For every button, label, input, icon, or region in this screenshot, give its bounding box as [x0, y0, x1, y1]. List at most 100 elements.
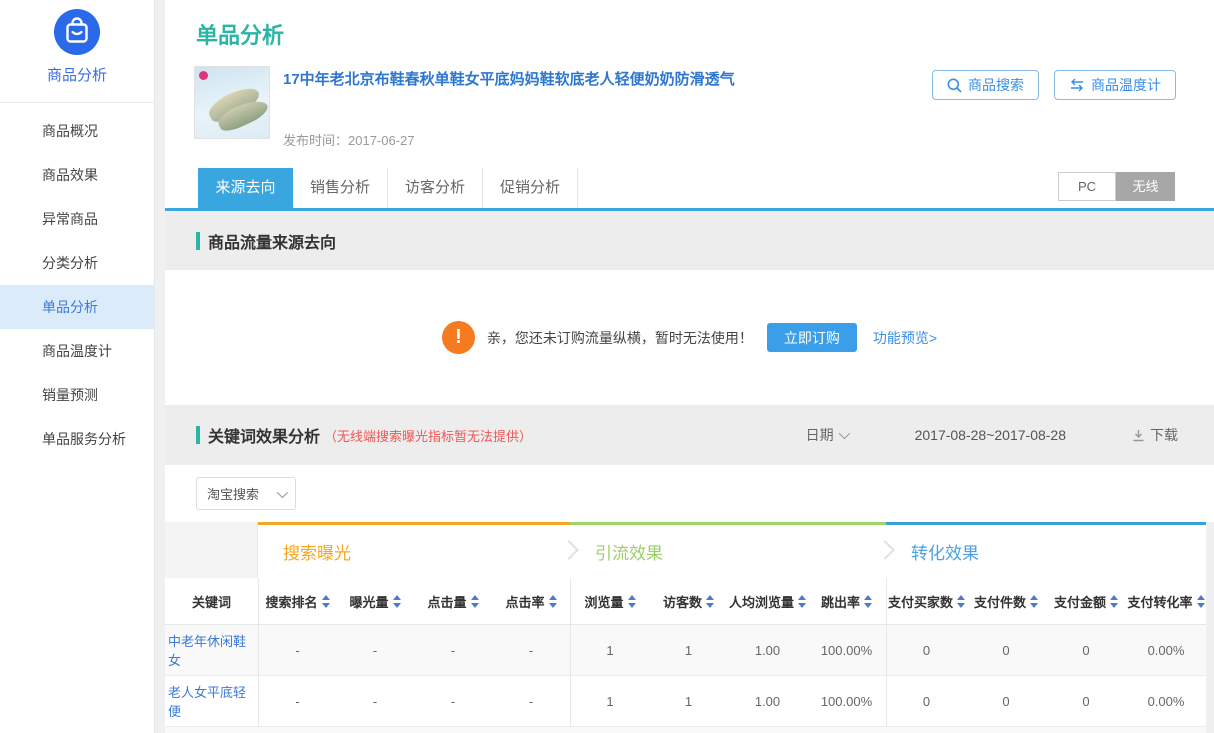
cell-clicks: -: [414, 625, 492, 675]
chevron-down-icon: [277, 486, 288, 497]
sidebar-title: 商品分析: [0, 64, 154, 85]
publish-time: 发布时间：2017-06-27: [283, 130, 735, 149]
col-paying-buyers[interactable]: 支付买家数: [886, 578, 966, 624]
traffic-source-select[interactable]: 淘宝搜索: [196, 477, 296, 510]
cell-exposure: -: [336, 625, 414, 675]
device-toggle: PC 无线: [1058, 172, 1175, 201]
toggle-wireless[interactable]: 无线: [1116, 172, 1175, 201]
sort-icon[interactable]: [1030, 595, 1038, 608]
product-search-button[interactable]: 商品搜索: [932, 70, 1039, 100]
sidebar-item-abnormal-products[interactable]: 异常商品: [0, 197, 154, 241]
sidebar-item-product-thermometer[interactable]: 商品温度计: [0, 329, 154, 373]
col-clicks[interactable]: 点击量: [414, 578, 492, 624]
keyword-filter-row: 淘宝搜索: [165, 465, 1214, 522]
page-header: 单品分析 17中年老北京布鞋春秋单鞋女平底妈妈鞋软底老人轻便奶奶防滑透气 发布时…: [165, 0, 1214, 168]
sidebar: 商品分析 商品概况 商品效果 异常商品 分类分析 单品分析 商品温度计 销量预测…: [0, 0, 155, 733]
cell-search-rank: -: [258, 625, 336, 675]
cell-paying-buyers: 0: [886, 676, 966, 726]
group-traffic-effect: 引流效果: [570, 522, 886, 578]
col-visitors[interactable]: 访客数: [649, 578, 728, 624]
shopping-bag-icon: [54, 9, 100, 55]
sort-icon[interactable]: [1110, 595, 1118, 608]
cell-visitors: 1: [649, 676, 728, 726]
sort-icon[interactable]: [393, 595, 401, 608]
download-icon: [1132, 429, 1145, 442]
table-column-header: 关键词 搜索排名 曝光量 点击量 点击率 浏览量 访客数 人均浏览量 跳出率 支…: [165, 578, 1206, 625]
product-thermometer-button[interactable]: 商品温度计: [1054, 70, 1176, 100]
feature-preview-link[interactable]: 功能预览>: [873, 328, 937, 348]
cell-avg-pageviews: 1.00: [728, 625, 807, 675]
swap-arrows-icon: [1069, 78, 1085, 92]
download-link[interactable]: 下载: [1132, 425, 1178, 445]
col-bounce-rate[interactable]: 跳出率: [807, 578, 886, 624]
col-conversion-rate[interactable]: 支付转化率: [1126, 578, 1206, 624]
warning-icon: !: [442, 321, 475, 354]
cell-paid-amount: 0: [1046, 625, 1126, 675]
product-thumbnail[interactable]: [194, 66, 270, 139]
sort-icon[interactable]: [322, 595, 330, 608]
keyword-effect-table: 搜索曝光 引流效果 转化效果 关键词 搜索排名 曝光量 点击量 点击率 浏览量 …: [165, 522, 1206, 733]
col-paid-items[interactable]: 支付件数: [966, 578, 1046, 624]
search-icon: [947, 78, 962, 93]
main-content: 单品分析 17中年老北京布鞋春秋单鞋女平底妈妈鞋软底老人轻便奶奶防滑透气 发布时…: [165, 0, 1214, 733]
table-group-header: 搜索曝光 引流效果 转化效果: [165, 522, 1206, 578]
sort-icon[interactable]: [798, 595, 806, 608]
cell-ctr: -: [492, 676, 570, 726]
keyword-link[interactable]: 中老年休闲鞋女: [165, 625, 258, 675]
col-ctr[interactable]: 点击率: [492, 578, 570, 624]
sort-icon[interactable]: [864, 595, 872, 608]
sidebar-item-category-analysis[interactable]: 分类分析: [0, 241, 154, 285]
sort-icon[interactable]: [471, 595, 479, 608]
notice-text: 亲，您还未订购流量纵横，暂时无法使用！: [487, 328, 753, 348]
sort-icon[interactable]: [957, 595, 965, 608]
toggle-pc[interactable]: PC: [1058, 172, 1116, 201]
sort-icon[interactable]: [1197, 595, 1205, 608]
flow-section-title: 商品流量来源去向: [208, 229, 336, 253]
cell-conversion-rate: 0.00%: [1126, 625, 1206, 675]
col-search-rank[interactable]: 搜索排名: [258, 578, 336, 624]
order-now-button[interactable]: 立即订购: [767, 323, 857, 352]
table-row: 老人女平底轻便 - - - - 1 1 1.00 100.00% 0 0 0 0…: [165, 676, 1206, 727]
section-accent-bar: [196, 426, 200, 444]
keyword-link[interactable]: 老人女平底轻便: [165, 676, 258, 726]
group-search-exposure: 搜索曝光: [258, 522, 570, 578]
cell-ctr: -: [492, 625, 570, 675]
keyword-section-note: （无线端搜索曝光指标暂无法提供）: [324, 426, 532, 445]
cell-exposure: -: [336, 676, 414, 726]
cell-bounce-rate: 100.00%: [807, 676, 886, 726]
subscription-notice-area: ! 亲，您还未订购流量纵横，暂时无法使用！ 立即订购 功能预览>: [165, 270, 1214, 405]
sidebar-item-product-overview[interactable]: 商品概况: [0, 109, 154, 153]
tab-sales-analysis[interactable]: 销售分析: [293, 168, 388, 208]
sidebar-item-product-effect[interactable]: 商品效果: [0, 153, 154, 197]
sort-icon[interactable]: [549, 595, 557, 608]
cell-paying-buyers: 0: [886, 625, 966, 675]
sidebar-item-single-item-analysis[interactable]: 单品分析: [0, 285, 154, 329]
sort-icon[interactable]: [706, 595, 714, 608]
sort-icon[interactable]: [628, 595, 636, 608]
keyword-section-title: 关键词效果分析: [208, 423, 320, 447]
flow-section-header: 商品流量来源去向: [165, 211, 1214, 270]
col-paid-amount[interactable]: 支付金额: [1046, 578, 1126, 624]
sidebar-item-single-item-service[interactable]: 单品服务分析: [0, 417, 154, 461]
product-title-link[interactable]: 17中年老北京布鞋春秋单鞋女平底妈妈鞋软底老人轻便奶奶防滑透气: [283, 68, 735, 89]
sidebar-logo-area: 商品分析: [0, 0, 154, 103]
cell-bounce-rate: 100.00%: [807, 625, 886, 675]
tab-source-destination[interactable]: 来源去向: [198, 168, 293, 208]
cell-paid-items: 0: [966, 676, 1046, 726]
cell-paid-items: 0: [966, 625, 1046, 675]
tab-visitor-analysis[interactable]: 访客分析: [388, 168, 483, 208]
col-exposure[interactable]: 曝光量: [336, 578, 414, 624]
analysis-tabs: 来源去向 销售分析 访客分析 促销分析 PC 无线: [165, 168, 1214, 211]
col-avg-pageviews[interactable]: 人均浏览量: [728, 578, 807, 624]
page-title: 单品分析: [196, 18, 1214, 50]
cell-pageviews: 1: [570, 676, 649, 726]
table-next-row-partial: [165, 727, 1206, 733]
col-pageviews[interactable]: 浏览量: [570, 578, 649, 624]
chevron-down-icon: [838, 428, 849, 439]
date-range-value: 2017-08-28~2017-08-28: [915, 427, 1066, 443]
sidebar-item-sales-forecast[interactable]: 销量预测: [0, 373, 154, 417]
tab-promotion-analysis[interactable]: 促销分析: [483, 168, 578, 208]
cell-avg-pageviews: 1.00: [728, 676, 807, 726]
cell-visitors: 1: [649, 625, 728, 675]
date-dropdown[interactable]: 日期: [806, 425, 847, 445]
